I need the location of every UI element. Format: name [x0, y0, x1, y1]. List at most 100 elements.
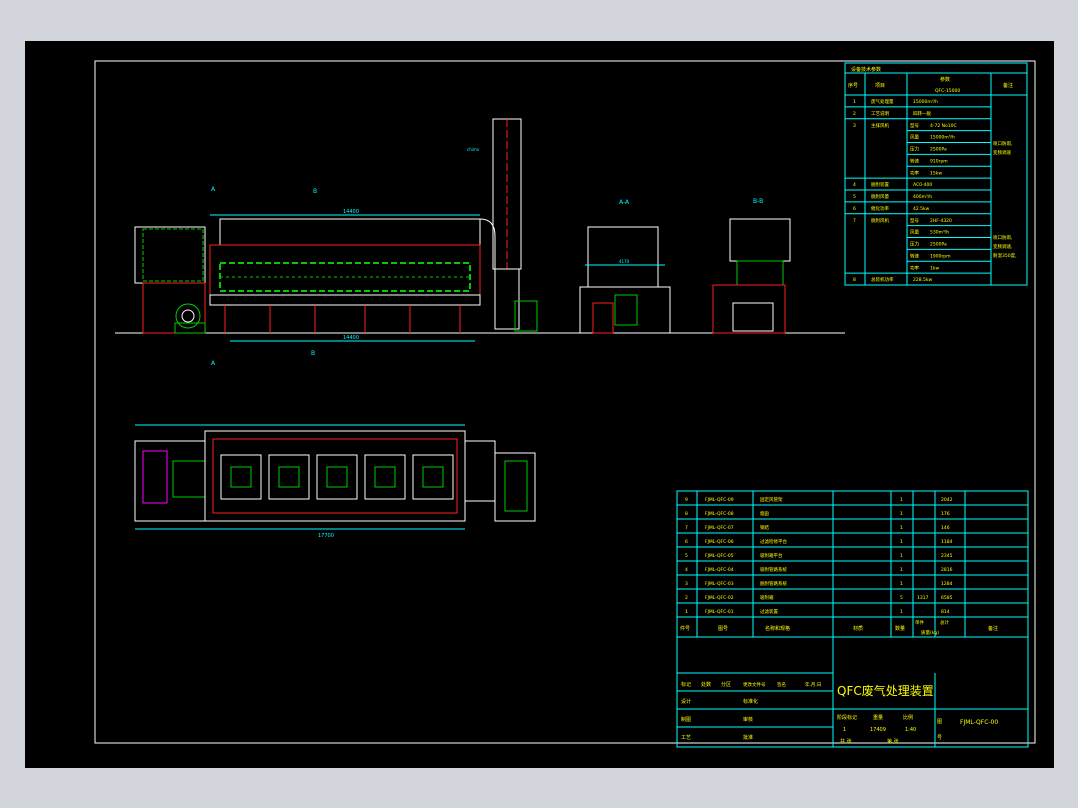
spec-row-sub: 压力: [910, 146, 919, 153]
tb-review: 审核: [743, 716, 753, 723]
spec-row-item: 催化功率: [871, 205, 889, 212]
bom-header-qty: 数量: [895, 625, 905, 632]
bom-row-qty: 1: [900, 581, 903, 587]
tb-sign: 签名: [777, 681, 786, 688]
section-b-label: B: [313, 188, 317, 195]
bom-row-qty: 1: [900, 497, 903, 503]
bom-row-total: 1184: [941, 539, 953, 545]
bom-row-qty: 1: [900, 553, 903, 559]
spec-note-1: 喷口防雨,: [993, 140, 1012, 147]
bom-row-total: 6585: [941, 595, 953, 601]
bom-row-no: 2: [685, 595, 688, 601]
bom-row-total: 2042: [941, 497, 953, 503]
bom-row-code: FJML-QFC-01: [705, 609, 734, 615]
section-a-label-bottom: A: [211, 360, 216, 367]
bom-row-qty: 1: [900, 511, 903, 517]
bom-row-qty: 1: [900, 609, 903, 615]
bom-row-no: 7: [685, 525, 688, 531]
bom-row-total: 2345: [941, 553, 953, 559]
spec-header-note: 备注: [1003, 82, 1013, 89]
bom-row-name: 过滤检修平台: [760, 538, 787, 545]
bom-row-qty: 1: [900, 525, 903, 531]
view-aa-label: A-A: [619, 199, 630, 206]
cad-drawing: 14400 14400 A B A B chimn A-A 4170 B-B 1…: [94, 60, 1036, 748]
bom-row-code: FJML-QFC-04: [705, 567, 734, 573]
bom-row-total: 146: [941, 525, 950, 531]
bom-row-no: 6: [685, 539, 688, 545]
tb-sheet-total: 共 张: [840, 738, 852, 745]
dim-width: 4170: [619, 259, 630, 264]
tb-scale-label: 比例: [903, 714, 913, 721]
bom-row-code: FJML-QFC-09: [705, 497, 734, 503]
tb-stage: 阶段标记: [837, 714, 857, 721]
spec-row-value: 228.5kw: [913, 277, 932, 283]
spec-note-4: 变频调速,: [993, 243, 1012, 250]
tb-count: 处数: [701, 681, 711, 688]
plan-view: 17700: [134, 424, 536, 539]
spec-row-value: 15kw: [930, 170, 942, 176]
spec-rows: 1 废气处理量 15000m³/h2 工艺说明 四转一脱3 主排风机 型号 4-72 No10…: [845, 94, 991, 283]
spec-row-sub: 风量: [910, 134, 919, 141]
spec-row-value: 15000m³/h: [913, 99, 938, 105]
spec-table-title: 设备技术参数: [851, 66, 881, 73]
bom-row-total: 2816: [941, 567, 953, 573]
spec-row-sub: 型号: [910, 217, 919, 224]
section-aa-view: A-A 4170: [579, 199, 671, 334]
tb-weight-label: 重量: [873, 714, 883, 721]
bom-header-code: 图号: [718, 626, 728, 632]
bom-row-code: FJML-QFC-08: [705, 511, 734, 517]
drawing-frame: [94, 60, 1036, 744]
spec-row-no: 4: [853, 182, 856, 188]
spec-row-value: 四转一脱: [913, 110, 931, 117]
spec-header-param: 参数: [940, 76, 950, 83]
bom-row-no: 1: [685, 609, 688, 615]
bom-header-no: 件号: [680, 625, 690, 632]
spec-row-item: 脱附风机: [871, 217, 889, 224]
bom-row-no: 8: [685, 511, 688, 517]
spec-row-value: 15000m³/h: [930, 135, 955, 141]
bom-row-qty: 5: [900, 595, 903, 601]
spec-header-no: 序号: [848, 82, 858, 89]
bom-row-code: FJML-QFC-05: [705, 553, 734, 559]
tb-count-value: 1: [843, 727, 846, 733]
spec-row-no: 3: [853, 123, 856, 129]
bom-row-name: 吸附管路系统: [760, 566, 787, 573]
bom-rows: 9 FJML-QFC-09 固定风管架 1 20428 FJML-QFC-08 烟囱 1 176…: [677, 496, 1028, 618]
spec-row-sub: 功率: [910, 169, 919, 176]
bom-row-name: 烟囱: [760, 510, 769, 517]
spec-row-value: 400m³/h: [913, 194, 932, 200]
spec-row-sub: 压力: [910, 241, 919, 248]
tb-scale: 1:40: [905, 727, 916, 733]
spec-row-no: 7: [853, 218, 856, 224]
spec-row-value: 2500Pa: [930, 242, 947, 248]
bom-row-code: FJML-QFC-02: [705, 595, 734, 601]
spec-row-sub: 型号: [910, 122, 919, 129]
spec-row-value: 910rpm: [930, 158, 948, 164]
bom-row-code: FJML-QFC-07: [705, 525, 734, 531]
bom-row-name: 过滤装置: [760, 608, 778, 615]
bom-row-name: 吸附箱平台: [760, 552, 783, 559]
spec-row-no: 2: [853, 111, 856, 117]
bom-row-no: 4: [685, 567, 688, 573]
drawing-number: FJML-QFC-00: [960, 719, 998, 726]
bom-header-total: 总计: [940, 619, 949, 626]
bom-row-code: FJML-QFC-06: [705, 539, 734, 545]
spec-row-value: 4-72 No10C: [930, 123, 957, 129]
spec-row-sub: 转速: [910, 157, 919, 164]
spec-row-item: 工艺说明: [871, 110, 889, 117]
dim-bottom: 14400: [343, 335, 359, 341]
tb-side-2: 号: [937, 735, 942, 741]
spec-row-value: 1900rpm: [930, 253, 951, 259]
section-bb-view: B-B: [712, 198, 791, 334]
spec-header-item: 项目: [875, 83, 885, 89]
tb-weight: 17409: [870, 727, 886, 733]
view-bb-label: B-B: [753, 198, 763, 205]
bom-row-code: FJML-QFC-03: [705, 581, 734, 587]
spec-table: 设备技术参数 序号 项目 参数 QFC-15000 备注 1 废气处理量 15000…: [844, 62, 1028, 286]
spec-row-no: 8: [853, 277, 856, 283]
spec-row-item: 脱附风量: [871, 193, 889, 200]
spec-row-item: 脱附装置: [871, 181, 889, 188]
bom-header-name: 名称和规格: [765, 625, 790, 632]
bom-row-total: 814: [941, 609, 950, 615]
bom-row-no: 5: [685, 553, 688, 559]
